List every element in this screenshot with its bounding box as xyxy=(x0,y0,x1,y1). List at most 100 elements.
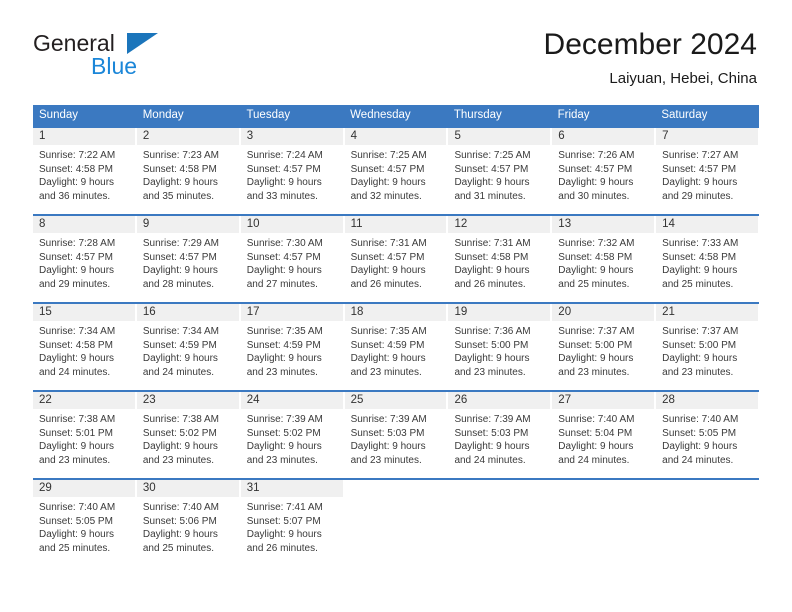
day-cell[interactable]: 22 Sunrise: 7:38 AM Sunset: 5:01 PM Dayl… xyxy=(33,392,137,478)
day-cell[interactable]: 9 Sunrise: 7:29 AM Sunset: 4:57 PM Dayli… xyxy=(136,216,241,302)
day-cell[interactable]: 5 Sunrise: 7:25 AM Sunset: 4:57 PM Dayli… xyxy=(448,128,553,214)
sunset-text: Sunset: 5:05 PM xyxy=(39,515,113,527)
day-cell[interactable]: 4 Sunrise: 7:25 AM Sunset: 4:57 PM Dayli… xyxy=(344,128,449,214)
sunset-text: Sunset: 4:57 PM xyxy=(454,163,529,175)
day-number: 21 xyxy=(656,304,760,321)
day-number: 14 xyxy=(656,216,760,233)
sunrise-text: Sunrise: 7:40 AM xyxy=(39,502,116,513)
sunset-text: Sunset: 5:02 PM xyxy=(246,427,321,439)
daylight-text-line2: and 23 minutes. xyxy=(662,366,734,378)
day-cell[interactable]: 19 Sunrise: 7:36 AM Sunset: 5:00 PM Dayl… xyxy=(448,304,553,390)
calendar-week-row: 1 Sunrise: 7:22 AM Sunset: 4:58 PM Dayli… xyxy=(33,126,760,214)
day-details: Sunrise: 7:40 AM Sunset: 5:04 PM Dayligh… xyxy=(552,409,655,467)
day-cell[interactable]: 2 Sunrise: 7:23 AM Sunset: 4:58 PM Dayli… xyxy=(136,128,241,214)
day-details: Sunrise: 7:40 AM Sunset: 5:06 PM Dayligh… xyxy=(137,497,240,555)
daylight-text-line1: Daylight: 9 hours xyxy=(662,177,738,188)
weekday-header-saturday: Saturday xyxy=(661,109,708,121)
sunrise-text: Sunrise: 7:39 AM xyxy=(246,414,323,425)
generalblue-logo[interactable]: General Blue xyxy=(33,30,213,90)
sunrise-text: Sunrise: 7:29 AM xyxy=(142,238,220,249)
sunrise-text: Sunrise: 7:38 AM xyxy=(142,414,220,425)
sunset-text: Sunset: 4:57 PM xyxy=(142,251,217,263)
day-cell[interactable]: 24 Sunrise: 7:39 AM Sunset: 5:02 PM Dayl… xyxy=(240,392,345,478)
day-details: Sunrise: 7:30 AM Sunset: 4:57 PM Dayligh… xyxy=(241,233,344,291)
day-cell[interactable]: 10 Sunrise: 7:30 AM Sunset: 4:57 PM Dayl… xyxy=(240,216,345,302)
daylight-text-line1: Daylight: 9 hours xyxy=(350,265,426,276)
sunrise-text: Sunrise: 7:27 AM xyxy=(662,150,739,161)
day-cell-empty xyxy=(344,480,449,566)
day-number: 9 xyxy=(136,216,240,233)
sunrise-text: Sunrise: 7:24 AM xyxy=(246,150,323,161)
day-cell[interactable]: 16 Sunrise: 7:34 AM Sunset: 4:59 PM Dayl… xyxy=(136,304,241,390)
sunset-text: Sunset: 4:59 PM xyxy=(142,339,217,351)
day-cell[interactable]: 12 Sunrise: 7:31 AM Sunset: 4:58 PM Dayl… xyxy=(448,216,553,302)
day-cell[interactable]: 15 Sunrise: 7:34 AM Sunset: 4:58 PM Dayl… xyxy=(33,304,137,390)
sunset-text: Sunset: 5:02 PM xyxy=(142,427,217,439)
weekday-header-friday: Friday xyxy=(557,109,590,121)
day-cell[interactable]: 21 Sunrise: 7:37 AM Sunset: 5:00 PM Dayl… xyxy=(656,304,760,390)
calendar-week-row: 8 Sunrise: 7:28 AM Sunset: 4:57 PM Dayli… xyxy=(33,214,760,302)
day-cell[interactable]: 3 Sunrise: 7:24 AM Sunset: 4:57 PM Dayli… xyxy=(240,128,345,214)
daylight-text-line2: and 32 minutes. xyxy=(350,190,422,202)
day-cell[interactable]: 17 Sunrise: 7:35 AM Sunset: 4:59 PM Dayl… xyxy=(240,304,345,390)
page-title: December 2024 xyxy=(543,28,757,61)
day-cell[interactable]: 31 Sunrise: 7:41 AM Sunset: 5:07 PM Dayl… xyxy=(240,480,345,566)
day-number: 16 xyxy=(136,304,240,321)
sunrise-text: Sunrise: 7:25 AM xyxy=(350,150,427,161)
day-cell-empty xyxy=(448,480,553,566)
day-number: 25 xyxy=(344,392,448,409)
day-number: 2 xyxy=(136,128,240,145)
day-cell[interactable]: 11 Sunrise: 7:31 AM Sunset: 4:57 PM Dayl… xyxy=(344,216,449,302)
sunrise-text: Sunrise: 7:34 AM xyxy=(39,326,116,337)
daylight-text-line2: and 23 minutes. xyxy=(350,366,422,378)
day-number: 20 xyxy=(552,304,656,321)
day-details: Sunrise: 7:40 AM Sunset: 5:05 PM Dayligh… xyxy=(33,497,136,555)
sunrise-text: Sunrise: 7:30 AM xyxy=(246,238,323,249)
day-cell[interactable]: 28 Sunrise: 7:40 AM Sunset: 5:05 PM Dayl… xyxy=(656,392,760,478)
day-cell[interactable]: 18 Sunrise: 7:35 AM Sunset: 4:59 PM Dayl… xyxy=(344,304,449,390)
sunrise-text: Sunrise: 7:22 AM xyxy=(39,150,116,161)
sunrise-text: Sunrise: 7:36 AM xyxy=(454,326,531,337)
day-cell[interactable]: 8 Sunrise: 7:28 AM Sunset: 4:57 PM Dayli… xyxy=(33,216,137,302)
day-cell[interactable]: 27 Sunrise: 7:40 AM Sunset: 5:04 PM Dayl… xyxy=(552,392,657,478)
day-details: Sunrise: 7:34 AM Sunset: 4:59 PM Dayligh… xyxy=(137,321,240,379)
day-details: Sunrise: 7:22 AM Sunset: 4:58 PM Dayligh… xyxy=(33,145,136,203)
daylight-text-line2: and 23 minutes. xyxy=(246,454,318,466)
weekday-header-row: Sunday Monday Tuesday Wednesday Thursday… xyxy=(33,105,759,126)
day-cell-empty xyxy=(552,480,657,566)
daylight-text-line1: Daylight: 9 hours xyxy=(39,529,115,540)
day-cell[interactable]: 29 Sunrise: 7:40 AM Sunset: 5:05 PM Dayl… xyxy=(33,480,137,566)
sunrise-text: Sunrise: 7:31 AM xyxy=(350,238,427,249)
daylight-text-line1: Daylight: 9 hours xyxy=(454,353,530,364)
sunset-text: Sunset: 5:01 PM xyxy=(39,427,113,439)
day-number: 4 xyxy=(344,128,448,145)
day-details: Sunrise: 7:37 AM Sunset: 5:00 PM Dayligh… xyxy=(656,321,759,379)
daylight-text-line1: Daylight: 9 hours xyxy=(454,265,530,276)
day-cell[interactable]: 25 Sunrise: 7:39 AM Sunset: 5:03 PM Dayl… xyxy=(344,392,449,478)
daylight-text-line2: and 36 minutes. xyxy=(39,190,111,202)
daylight-text-line1: Daylight: 9 hours xyxy=(246,529,322,540)
day-cell[interactable]: 30 Sunrise: 7:40 AM Sunset: 5:06 PM Dayl… xyxy=(136,480,241,566)
daylight-text-line1: Daylight: 9 hours xyxy=(558,441,634,452)
day-details: Sunrise: 7:38 AM Sunset: 5:02 PM Dayligh… xyxy=(137,409,240,467)
day-number: 31 xyxy=(240,480,344,497)
day-cell[interactable]: 6 Sunrise: 7:26 AM Sunset: 4:57 PM Dayli… xyxy=(552,128,657,214)
sunset-text: Sunset: 4:58 PM xyxy=(558,251,633,263)
title-block: December 2024 Laiyuan, Hebei, China xyxy=(544,26,757,90)
day-cell[interactable]: 7 Sunrise: 7:27 AM Sunset: 4:57 PM Dayli… xyxy=(656,128,760,214)
sunset-text: Sunset: 4:59 PM xyxy=(350,339,425,351)
daylight-text-line1: Daylight: 9 hours xyxy=(454,177,530,188)
daylight-text-line1: Daylight: 9 hours xyxy=(39,353,115,364)
day-cell[interactable]: 23 Sunrise: 7:38 AM Sunset: 5:02 PM Dayl… xyxy=(136,392,241,478)
daylight-text-line2: and 25 minutes. xyxy=(142,542,215,554)
day-cell[interactable]: 1 Sunrise: 7:22 AM Sunset: 4:58 PM Dayli… xyxy=(33,128,137,214)
day-cell[interactable]: 26 Sunrise: 7:39 AM Sunset: 5:03 PM Dayl… xyxy=(448,392,553,478)
day-details: Sunrise: 7:35 AM Sunset: 4:59 PM Dayligh… xyxy=(345,321,448,379)
sunset-text: Sunset: 5:03 PM xyxy=(454,427,529,439)
day-cell[interactable]: 20 Sunrise: 7:37 AM Sunset: 5:00 PM Dayl… xyxy=(552,304,657,390)
day-cell[interactable]: 14 Sunrise: 7:33 AM Sunset: 4:58 PM Dayl… xyxy=(656,216,760,302)
day-cell[interactable]: 13 Sunrise: 7:32 AM Sunset: 4:58 PM Dayl… xyxy=(552,216,657,302)
sunset-text: Sunset: 4:57 PM xyxy=(246,251,321,263)
sunrise-text: Sunrise: 7:37 AM xyxy=(558,326,635,337)
day-details: Sunrise: 7:37 AM Sunset: 5:00 PM Dayligh… xyxy=(552,321,655,379)
